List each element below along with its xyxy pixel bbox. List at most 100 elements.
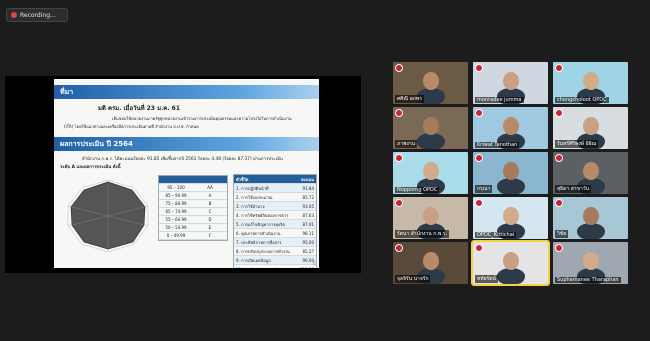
recording-label: Recording...: [20, 11, 56, 19]
score-table: ตัวชี้วัด คะแนน 1. การปฏิบัติหน้าที่ 91.8…: [233, 174, 317, 268]
org-logo-icon: [555, 154, 563, 162]
participant-head: [503, 117, 519, 135]
score-row: 7. ประสิทธิภาพการสื่อสาร 95.00: [234, 238, 316, 247]
participant-head: [583, 117, 599, 135]
participant-name: Kriwat Tanothan: [475, 142, 520, 148]
participant-name: ศศิณี ลภพร: [395, 95, 424, 103]
participant-tile[interactable]: Kriwat Tanothan: [473, 107, 548, 149]
grade-header: [159, 176, 227, 184]
result-line: สำนักงาน ก.พ.ร. ได้คะแนนร้อยละ 91.85 เพิ…: [82, 157, 283, 162]
participant-name: Nopporng OPDC: [395, 187, 440, 193]
section-bar: ที่มา: [54, 85, 319, 99]
score-row: 2. การใช้งบประมาณ 85.72: [234, 193, 316, 202]
grade-table: 95 – 100 AA 85 – 94.99 A 75 – 84.99 B 65 – 74.…: [158, 175, 228, 241]
org-logo-icon: [555, 109, 563, 117]
grade-row: 0 – 49.99 F: [159, 232, 227, 240]
participant-body: [497, 178, 525, 194]
participant-body: [417, 133, 445, 149]
grade-row: 50 – 54.99 E: [159, 224, 227, 232]
result-line: ระดับ A และผลการประเมิน ดังนี้: [60, 165, 121, 170]
org-logo-icon: [555, 244, 563, 252]
org-logo-icon: [475, 109, 483, 117]
score-row: 9. การเปิดเผยข้อมูล 96.00: [234, 256, 316, 265]
score-row: 8. การปรับปรุงระบบการทำงาน 85.27: [234, 247, 316, 256]
participant-name: วิชัย: [555, 230, 569, 238]
body-line: (ITA) โดยใช้แนวทางและเครื่องมือการประเมิ…: [64, 124, 199, 129]
section-bar: ผลการประเมิน ปี 2564: [54, 137, 319, 151]
org-logo-icon: [475, 244, 483, 252]
participant-tile[interactable]: chongcholoot OPDC: [553, 62, 628, 104]
participant-tile[interactable]: Nopporng OPDC: [393, 152, 468, 194]
grade-row: 95 – 100 AA: [159, 184, 227, 192]
page-number: 4: [312, 261, 315, 266]
participant-name: Suphamanee Tharaphan: [555, 277, 621, 283]
presentation-slide: ที่มา มติ ครม. เมื่อวันที่ 23 ม.ค. 61 เห…: [54, 79, 319, 268]
record-icon: [11, 12, 17, 18]
participant-tile[interactable]: Suphamanee Tharaphan: [553, 242, 628, 284]
participant-tile[interactable]: สุธิดา สาขาวัน: [553, 152, 628, 194]
participant-tile[interactable]: monradee jumma: [473, 62, 548, 104]
participant-name: รัตนา สำนักงาน ก.พ.ร.: [395, 230, 450, 238]
grade-row: 85 – 94.99 A: [159, 192, 227, 200]
participant-tile[interactable]: OPDC_Kittichai: [473, 197, 548, 239]
grade-row: 75 – 84.99 B: [159, 200, 227, 208]
participant-head: [503, 162, 519, 180]
participant-head: [503, 252, 519, 270]
participant-name: กรุณา: [475, 185, 493, 193]
score-row: 1. การปฏิบัติหน้าที่ 91.84: [234, 184, 316, 193]
org-logo-icon: [475, 154, 483, 162]
participant-tile[interactable]: ศศิณี ลภพร: [393, 62, 468, 104]
participant-tile[interactable]: รัตนา สำนักงาน ก.พ.ร.: [393, 197, 468, 239]
participant-tile[interactable]: กรุณา: [473, 152, 548, 194]
org-logo-icon: [395, 244, 403, 252]
participant-head: [423, 207, 439, 225]
participant-head: [583, 252, 599, 270]
participant-body: [577, 223, 605, 239]
score-row: 6. คุณภาพการดำเนินงาน 98.11: [234, 229, 316, 238]
shared-screen: ที่มา มติ ครม. เมื่อวันที่ 23 ม.ค. 61 เห…: [5, 76, 361, 273]
participant-head: [583, 162, 599, 180]
score-row: 3. การใช้อำนาจ 93.05: [234, 202, 316, 211]
section-title: ผลการประเมิน ปี 2564: [60, 140, 133, 148]
body-line: เห็นชอบให้หน่วยงานภาครัฐทุกหน่วยงานเข้าร…: [112, 116, 292, 121]
score-row: 10. การป้องกันการทุจริต100.00: [234, 265, 316, 269]
participant-tile[interactable]: รันทร์ศิริพงษ์ อิอิณ: [553, 107, 628, 149]
participant-name: สุธิดา สาขาวัน: [555, 185, 592, 193]
grade-row: 55 – 64.99 D: [159, 216, 227, 224]
score-header: ตัวชี้วัด คะแนน: [234, 175, 316, 184]
org-logo-icon: [555, 199, 563, 207]
participant-tile[interactable]: ภาพงาน: [393, 107, 468, 149]
resolution-heading: มติ ครม. เมื่อวันที่ 23 ม.ค. 61: [98, 105, 181, 112]
participant-tile[interactable]: จุลจิรัน นาจรัก: [393, 242, 468, 284]
org-logo-icon: [395, 109, 403, 117]
participant-name: OPDC_Kittichai: [475, 232, 517, 238]
participant-head: [423, 162, 439, 180]
participant-head: [583, 72, 599, 90]
grade-row: 65 – 74.99 C: [159, 208, 227, 216]
org-logo-icon: [555, 64, 563, 72]
participant-tile[interactable]: วิชัย: [553, 197, 628, 239]
participant-name: ภาพงาน: [395, 140, 418, 148]
org-logo-icon: [395, 64, 403, 72]
participant-name: chongcholoot OPDC: [555, 97, 609, 103]
recording-indicator[interactable]: Recording...: [6, 8, 68, 22]
org-logo-icon: [395, 154, 403, 162]
org-logo-icon: [475, 64, 483, 72]
participant-head: [423, 252, 439, 270]
participant-head: [503, 72, 519, 90]
score-row: 5. การแก้ไขปัญหาการทุจริต 87.01: [234, 220, 316, 229]
org-logo-icon: [395, 199, 403, 207]
participant-tile[interactable]: หทัยรัตน์: [471, 240, 550, 286]
score-row: 4. การใช้ทรัพย์สินของราชการ 87.63: [234, 211, 316, 220]
radar-chart: [67, 179, 149, 253]
participant-head: [423, 72, 439, 90]
participant-name: จุลจิรัน นาจรัก: [395, 275, 431, 283]
participant-name: monradee jumma: [475, 97, 524, 103]
org-logo-icon: [475, 199, 483, 207]
participant-head: [503, 207, 519, 225]
participant-name: หทัยรัตน์: [475, 275, 498, 283]
participant-name: รันทร์ศิริพงษ์ อิอิณ: [555, 140, 599, 148]
participant-head: [583, 207, 599, 225]
section-title: ที่มา: [60, 88, 74, 96]
participant-head: [423, 117, 439, 135]
